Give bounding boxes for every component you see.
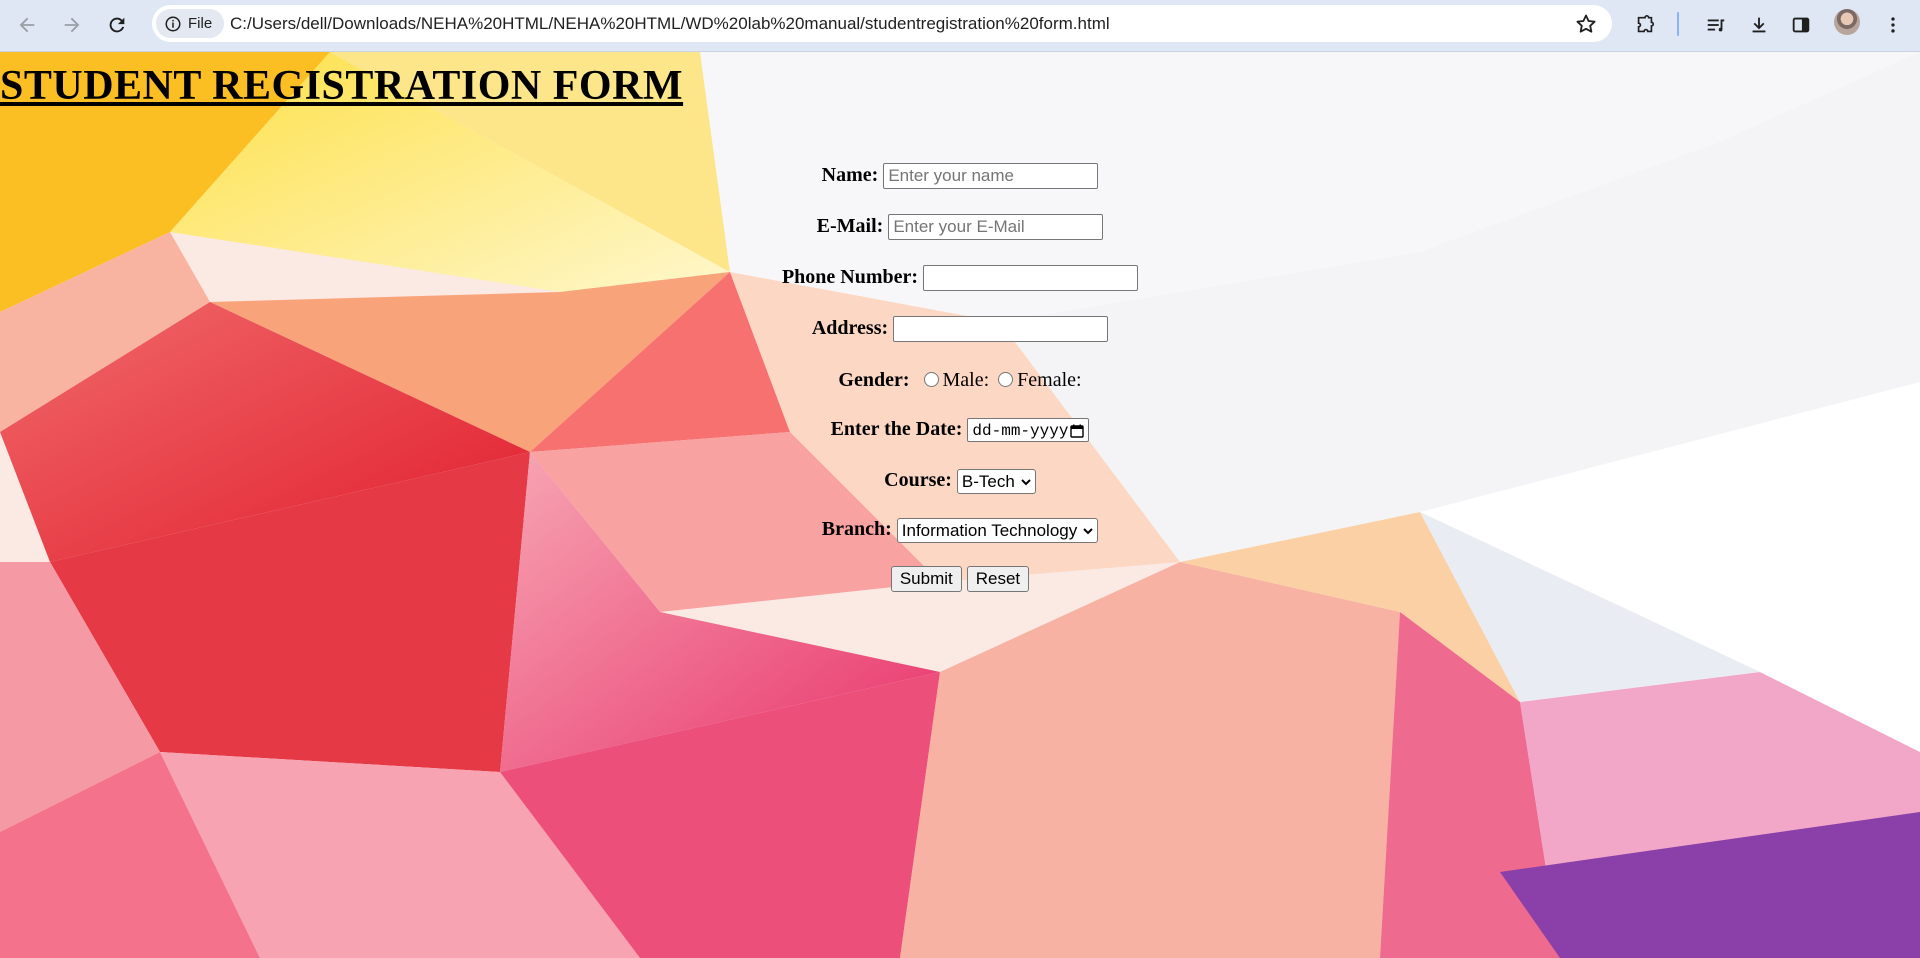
- download-icon: [1752, 17, 1766, 33]
- kebab-menu-icon: [1891, 17, 1895, 33]
- extensions-button[interactable]: [1630, 10, 1660, 40]
- phone-row: Phone Number:: [0, 265, 1920, 291]
- arrow-left-icon: [19, 17, 35, 33]
- date-row: Enter the Date: dd-mm-yyyy: [0, 418, 1920, 443]
- submit-button[interactable]: Submit: [890, 566, 962, 592]
- date-input[interactable]: dd-mm-yyyy: [967, 418, 1090, 443]
- button-row: Submit Reset: [0, 566, 1920, 592]
- reload-button[interactable]: [99, 7, 135, 43]
- url-text[interactable]: C:/Users/dell/Downloads/NEHA%20HTML/NEHA…: [230, 5, 1110, 42]
- name-label: Name:: [821, 163, 879, 186]
- back-button[interactable]: [9, 7, 45, 43]
- info-icon: [165, 16, 181, 31]
- site-info-chip[interactable]: File: [156, 9, 224, 38]
- address-row: Address:: [0, 316, 1920, 342]
- course-row: Course: B-Tech: [0, 469, 1920, 494]
- calendar-icon[interactable]: [1070, 424, 1085, 439]
- forward-button[interactable]: [54, 7, 90, 43]
- email-input[interactable]: [888, 214, 1104, 240]
- address-label: Address:: [811, 316, 889, 339]
- puzzle-icon: [1637, 15, 1655, 33]
- gender-row: Gender: Male: Female:: [0, 369, 1920, 392]
- course-label: Course:: [884, 469, 952, 492]
- side-panel-button[interactable]: [1786, 10, 1816, 40]
- reload-icon: [109, 17, 125, 33]
- side-panel-icon: [1792, 17, 1810, 33]
- course-select[interactable]: B-Tech: [956, 469, 1036, 494]
- reset-button[interactable]: Reset: [966, 566, 1030, 592]
- name-row: Name:: [0, 163, 1920, 189]
- name-input[interactable]: [883, 163, 1099, 189]
- phone-label: Phone Number:: [781, 265, 919, 288]
- course-selected-value: B-Tech: [961, 472, 1015, 491]
- arrow-right-icon: [64, 17, 80, 33]
- downloads-button[interactable]: [1744, 10, 1774, 40]
- avatar[interactable]: [1834, 9, 1860, 35]
- branch-row: Branch: Information Technology: [0, 518, 1920, 543]
- toolbar-divider: [1677, 12, 1679, 36]
- menu-button[interactable]: [1878, 10, 1908, 40]
- female-radio[interactable]: [998, 371, 1014, 387]
- branch-label: Branch:: [821, 518, 892, 541]
- chevron-down-icon: [1083, 528, 1093, 535]
- female-label: Female:: [1017, 369, 1082, 391]
- address-bar[interactable]: File C:/Users/dell/Downloads/NEHA%20HTML…: [152, 5, 1612, 42]
- male-label: Male:: [942, 369, 990, 391]
- phone-input[interactable]: [923, 265, 1139, 291]
- media-queue-icon: [1707, 19, 1725, 32]
- page-viewport: STUDENT REGISTRATION FORM Name: E-Mail: …: [0, 52, 1920, 958]
- browser-toolbar: File C:/Users/dell/Downloads/NEHA%20HTML…: [0, 0, 1920, 52]
- gender-label: Gender:: [838, 369, 910, 391]
- media-button[interactable]: [1701, 10, 1731, 40]
- email-label: E-Mail:: [816, 214, 884, 237]
- star-icon[interactable]: [1574, 12, 1598, 36]
- address-input[interactable]: [893, 316, 1109, 342]
- branch-select[interactable]: Information Technology: [896, 518, 1099, 543]
- branch-selected-value: Information Technology: [901, 521, 1078, 540]
- date-input-text: dd-mm-yyyy: [972, 422, 1069, 441]
- email-row: E-Mail:: [0, 214, 1920, 240]
- chevron-down-icon: [1021, 479, 1031, 486]
- page-title: STUDENT REGISTRATION FORM: [0, 63, 684, 109]
- date-label: Enter the Date:: [830, 418, 963, 440]
- site-chip-label: File: [188, 15, 213, 32]
- male-radio[interactable]: [923, 371, 939, 387]
